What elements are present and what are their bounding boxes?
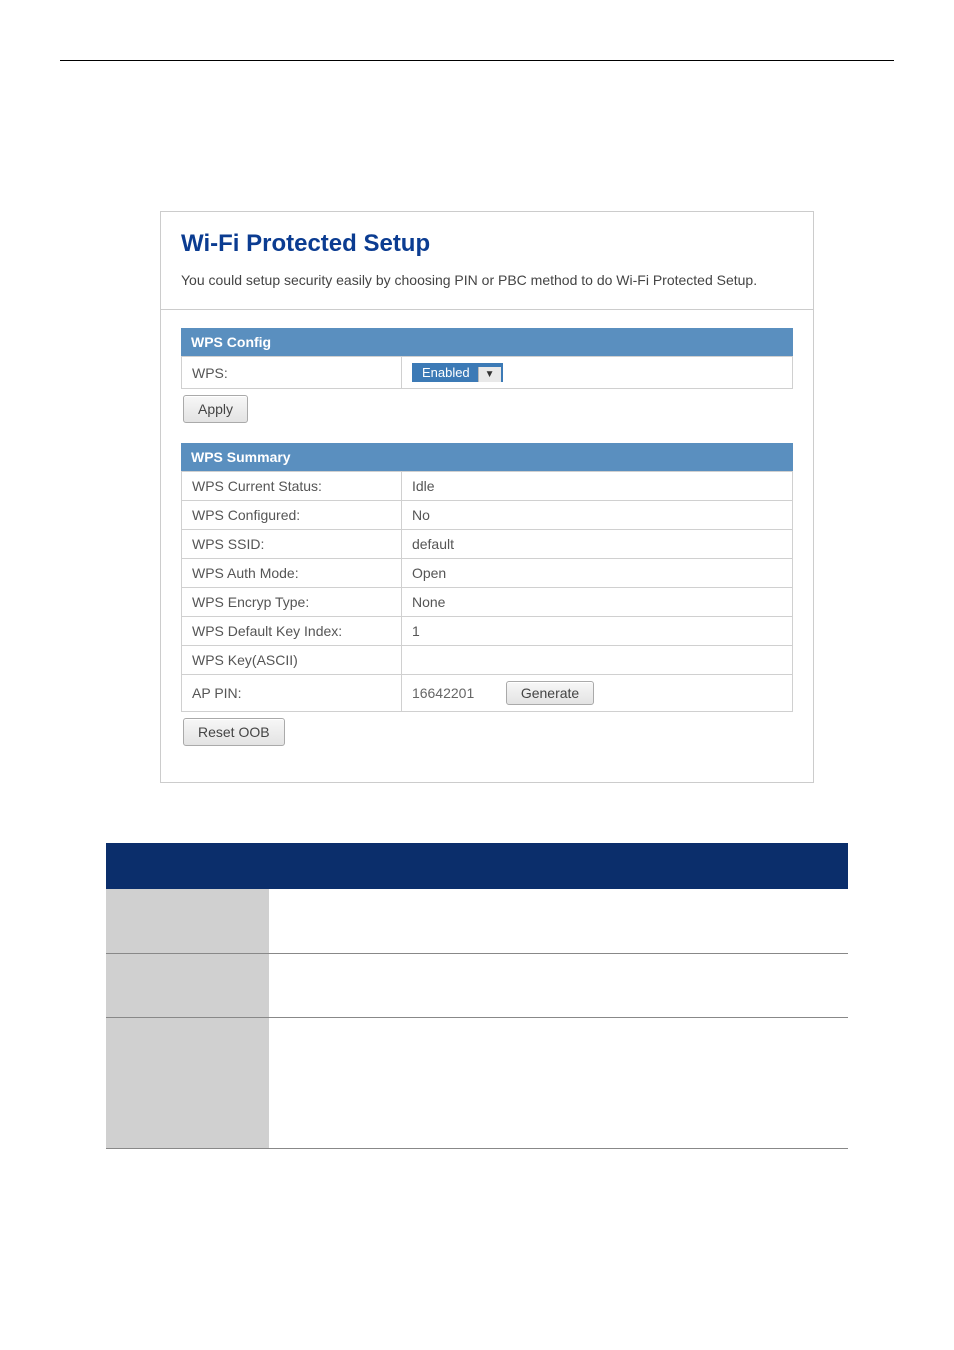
chevron-down-icon: ▼ (478, 367, 501, 382)
configured-value: No (401, 501, 792, 530)
descr-right (269, 889, 848, 953)
auth-mode-label: WPS Auth Mode: (182, 559, 402, 588)
table-row: AP PIN: 16642201 Generate (182, 675, 793, 712)
reset-oob-button[interactable]: Reset OOB (183, 718, 285, 746)
wps-row: WPS: Enabled▼ (182, 357, 793, 389)
table-row: WPS Default Key Index: 1 (182, 617, 793, 646)
descr-header-row (106, 843, 848, 889)
descr-header-left (106, 843, 269, 889)
descr-left (106, 954, 269, 1018)
key-ascii-value (401, 646, 792, 675)
encryp-type-label: WPS Encryp Type: (182, 588, 402, 617)
wps-panel: Wi-Fi Protected Setup You could setup se… (160, 211, 814, 783)
page-top-rule (60, 60, 894, 61)
table-row: WPS Current Status: Idle (182, 472, 793, 501)
descr-left (106, 889, 269, 953)
configured-label: WPS Configured: (182, 501, 402, 530)
wps-select[interactable]: Enabled▼ (412, 363, 503, 382)
description-table (106, 843, 848, 1149)
page-description: You could setup security easily by choos… (181, 270, 793, 291)
table-row: WPS Encryp Type: None (182, 588, 793, 617)
generate-button[interactable]: Generate (506, 681, 594, 705)
table-row: WPS Key(ASCII) (182, 646, 793, 675)
wps-summary-table: WPS Current Status: Idle WPS Configured:… (181, 471, 793, 712)
descr-row (106, 889, 848, 953)
descr-left (106, 1018, 269, 1148)
table-row: WPS Configured: No (182, 501, 793, 530)
apply-button[interactable]: Apply (183, 395, 248, 423)
page-title: Wi-Fi Protected Setup (181, 230, 793, 258)
wps-value-cell: Enabled▼ (401, 357, 792, 389)
encryp-type-value: None (401, 588, 792, 617)
ap-pin-label: AP PIN: (182, 675, 402, 712)
current-status-value: Idle (401, 472, 792, 501)
ssid-value: default (401, 530, 792, 559)
key-ascii-label: WPS Key(ASCII) (182, 646, 402, 675)
wps-config-table: WPS: Enabled▼ (181, 356, 793, 389)
wps-summary-header: WPS Summary (181, 443, 793, 471)
default-key-index-value: 1 (401, 617, 792, 646)
divider (161, 309, 813, 310)
wps-label: WPS: (182, 357, 402, 389)
descr-row (106, 1018, 848, 1148)
descr-right (269, 954, 848, 1018)
descr-right (269, 1018, 848, 1148)
ssid-label: WPS SSID: (182, 530, 402, 559)
table-row: WPS SSID: default (182, 530, 793, 559)
ap-pin-cell: 16642201 Generate (401, 675, 792, 712)
descr-header-right (269, 843, 848, 889)
default-key-index-label: WPS Default Key Index: (182, 617, 402, 646)
auth-mode-value: Open (401, 559, 792, 588)
current-status-label: WPS Current Status: (182, 472, 402, 501)
wps-select-value: Enabled (414, 363, 478, 382)
wps-config-header: WPS Config (181, 328, 793, 356)
descr-row (106, 954, 848, 1018)
description-table-wrap (106, 843, 848, 1149)
table-row: WPS Auth Mode: Open (182, 559, 793, 588)
ap-pin-value: 16642201 (412, 685, 502, 701)
